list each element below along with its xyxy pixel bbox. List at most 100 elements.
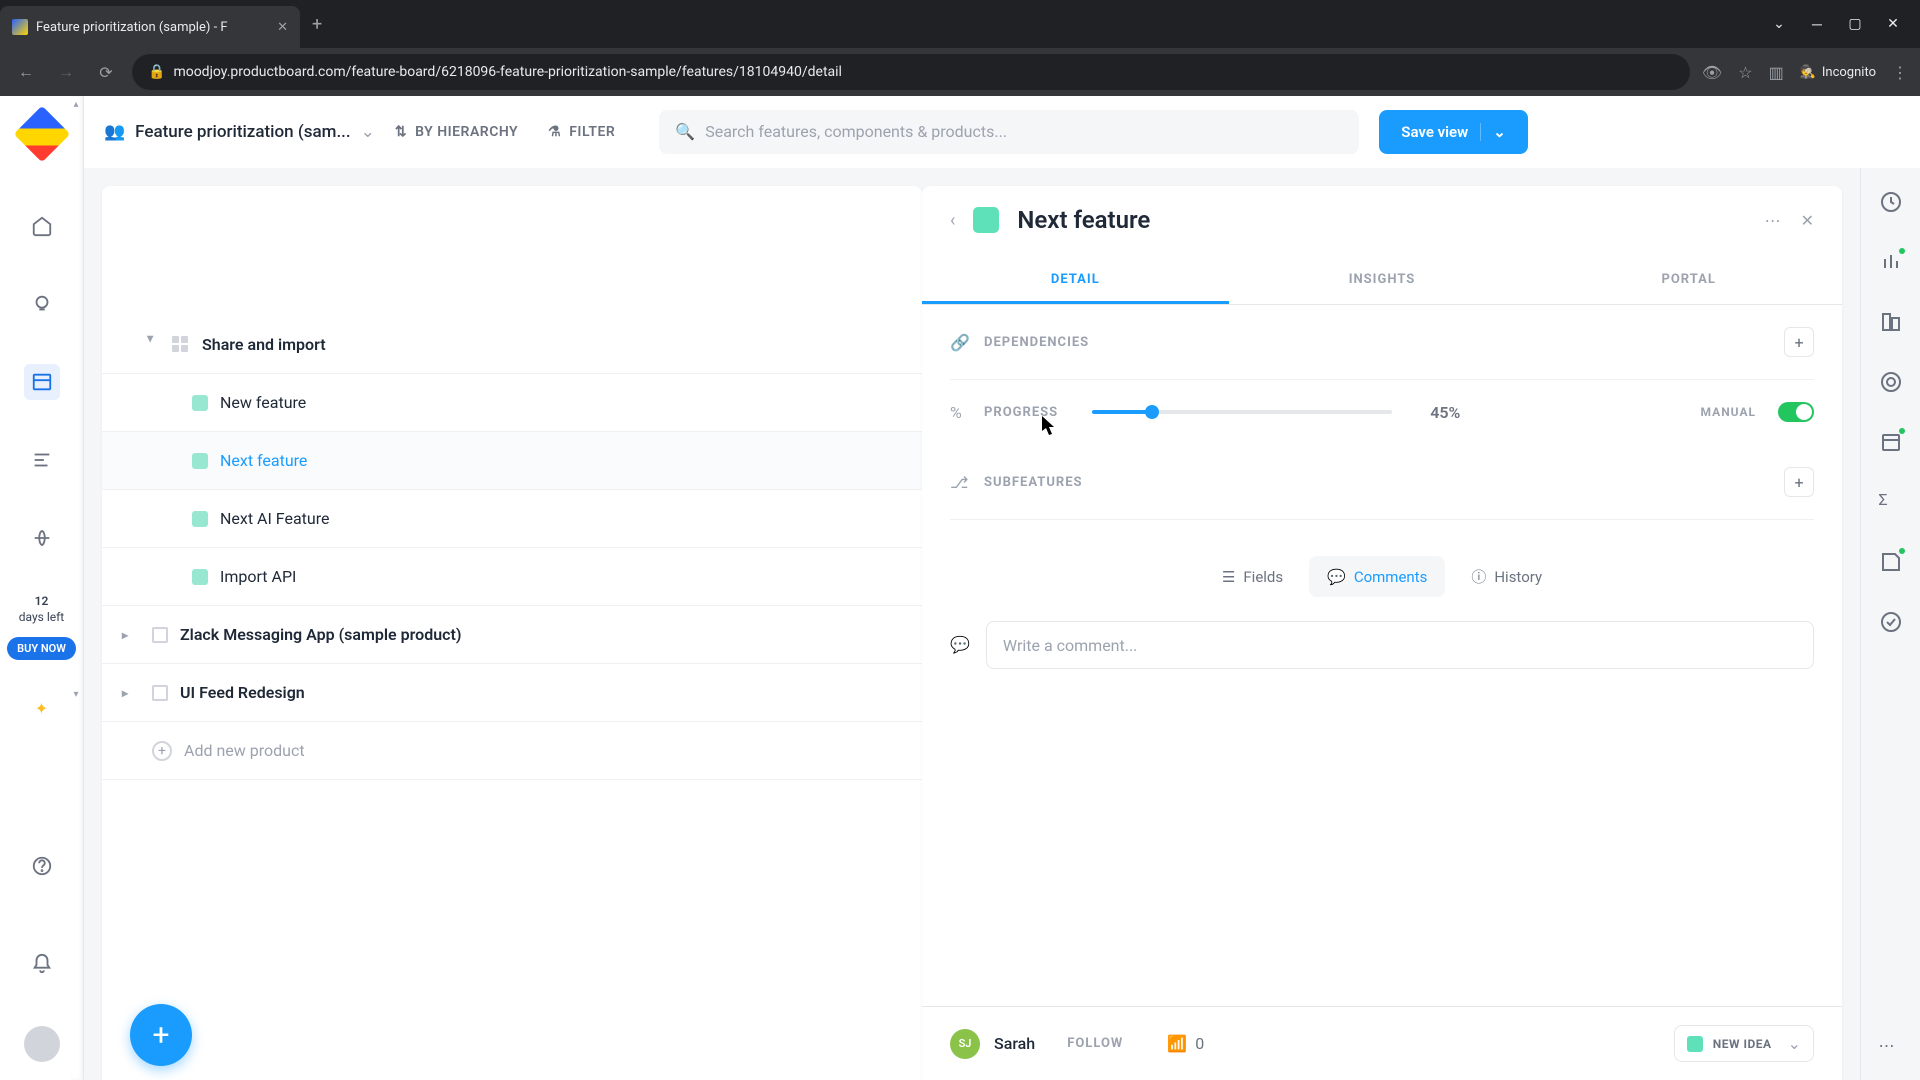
chevron-down-icon[interactable]: ⌄ [361, 122, 375, 142]
board-icon[interactable] [24, 364, 60, 400]
clock-icon[interactable] [1879, 190, 1903, 214]
add-dependency-button[interactable]: + [1784, 327, 1814, 357]
dependencies-section: 🔗 DEPENDENCIES + [950, 305, 1814, 380]
seg-history[interactable]: ⓘHistory [1453, 556, 1560, 597]
by-hierarchy-button[interactable]: ⇅ BY HIERARCHY [395, 124, 518, 140]
dropdown-icon[interactable]: ⌄ [1772, 17, 1786, 31]
save-view-button[interactable]: Save view ⌄ [1379, 110, 1527, 154]
bell-icon[interactable] [24, 946, 60, 982]
tab-detail[interactable]: DETAIL [922, 258, 1229, 304]
right-activity-rail: Σ ⋯ [1860, 168, 1920, 1080]
release-icon[interactable] [1879, 550, 1903, 574]
url-input[interactable]: 🔒 moodjoy.productboard.com/feature-board… [132, 54, 1690, 90]
portal-icon[interactable] [24, 520, 60, 556]
window-controls: ⌄ ─ ▢ ✕ [1772, 17, 1920, 31]
lightbulb-icon[interactable] [24, 286, 60, 322]
feature-icon [192, 569, 208, 585]
search-input[interactable]: 🔍 Search features, components & products… [659, 110, 1359, 154]
back-caret-icon[interactable]: ‹ [950, 210, 955, 231]
back-button[interactable]: ← [12, 58, 40, 86]
tree-item-new-feature[interactable]: New feature [102, 374, 922, 432]
seg-fields[interactable]: ☰Fields [1204, 556, 1301, 597]
ai-sparkle-icon[interactable]: ✦ [24, 690, 60, 726]
feature-icon [192, 395, 208, 411]
comment-composer: 💬 Write a comment... [950, 621, 1814, 669]
tree-item-next-feature[interactable]: Next feature [102, 432, 922, 490]
chevron-down-icon[interactable]: ⌄ [1480, 123, 1506, 141]
help-icon[interactable] [24, 848, 60, 884]
minimize-button[interactable]: ─ [1810, 17, 1824, 31]
scroll-down-arrow[interactable]: ▾ [71, 688, 81, 700]
percent-icon: % [950, 403, 970, 422]
filter-button[interactable]: ⚗ FILTER [548, 124, 615, 140]
manual-toggle[interactable] [1778, 402, 1814, 422]
slider-handle[interactable] [1145, 405, 1159, 419]
comment-input[interactable]: Write a comment... [986, 621, 1814, 669]
owner-name: Sarah [994, 1034, 1035, 1053]
add-subfeature-button[interactable]: + [1784, 467, 1814, 497]
company-icon[interactable] [1879, 310, 1903, 334]
status-selector[interactable]: NEW IDEA ⌄ [1674, 1025, 1814, 1062]
component-icon [172, 336, 190, 354]
new-tab-button[interactable]: + [312, 14, 322, 35]
filter-icon: ⚗ [548, 124, 561, 140]
more-icon[interactable]: ⋯ [1879, 1036, 1903, 1060]
plus-circle-icon: + [152, 741, 172, 761]
browser-tab[interactable]: Feature prioritization (sample) - F ✕ [0, 6, 300, 48]
tab-portal[interactable]: PORTAL [1535, 258, 1842, 304]
add-fab-button[interactable]: + [130, 1004, 192, 1066]
incognito-icon: 🕵 [1800, 65, 1816, 80]
scroll-up-arrow[interactable]: ▴ [71, 98, 81, 110]
feature-icon [192, 453, 208, 469]
panel-icon[interactable]: ▥ [1769, 63, 1784, 82]
more-icon[interactable]: ⋯ [1765, 211, 1781, 230]
tree-group-share-import[interactable]: ▸ Share and import [102, 316, 922, 374]
insights-count[interactable]: 📶 0 [1167, 1034, 1204, 1053]
info-icon: ⓘ [1471, 566, 1486, 587]
eye-off-icon[interactable]: 👁 [1702, 63, 1722, 82]
check-circle-icon[interactable] [1879, 610, 1903, 634]
slider-fill [1092, 410, 1152, 414]
people-icon: 👥 [104, 122, 125, 142]
kebab-menu-icon[interactable]: ⋮ [1892, 63, 1908, 82]
home-icon[interactable] [24, 208, 60, 244]
link-icon: 🔗 [950, 333, 970, 352]
target-icon[interactable] [1879, 370, 1903, 394]
caret-icon[interactable]: ▸ [122, 628, 140, 642]
tree-product-zlack[interactable]: ▸ Zlack Messaging App (sample product) [102, 606, 922, 664]
close-window-button[interactable]: ✕ [1886, 17, 1900, 31]
owner-avatar[interactable]: SJ [950, 1029, 980, 1059]
caret-icon[interactable]: ▸ [122, 686, 140, 700]
reload-button[interactable]: ⟳ [92, 58, 120, 86]
seg-comments[interactable]: 💬Comments [1309, 556, 1445, 597]
buy-now-button[interactable]: BUY NOW [7, 637, 76, 660]
follow-button[interactable]: FOLLOW [1067, 1036, 1123, 1051]
board-name-selector[interactable]: 👥 Feature prioritization (sam... ⌄ [104, 122, 375, 142]
tree-icon: ⎇ [950, 473, 970, 492]
tree-item-import-api[interactable]: Import API [102, 548, 922, 606]
lock-icon: 🔒 [148, 64, 165, 80]
user-avatar[interactable] [24, 1026, 60, 1062]
tree-item-next-ai[interactable]: Next AI Feature [102, 490, 922, 548]
add-product-row[interactable]: + Add new product [102, 722, 922, 780]
feature-detail-panel: ‹ Next feature ⋯ ✕ DETAIL INSIGHTS PORTA… [922, 186, 1842, 1080]
maximize-button[interactable]: ▢ [1848, 17, 1862, 31]
tab-insights[interactable]: INSIGHTS [1229, 258, 1536, 304]
sigma-icon[interactable]: Σ [1879, 490, 1903, 514]
close-icon[interactable]: ✕ [1801, 211, 1814, 230]
forward-button[interactable]: → [52, 58, 80, 86]
feature-title[interactable]: Next feature [1017, 206, 1150, 234]
tree-product-ui-feed[interactable]: ▸ UI Feed Redesign [102, 664, 922, 722]
progress-section: % PROGRESS 45% MANUAL [950, 380, 1814, 445]
progress-slider[interactable] [1092, 410, 1392, 414]
close-tab-icon[interactable]: ✕ [277, 20, 288, 35]
roadmap-icon[interactable] [24, 442, 60, 478]
health-icon[interactable] [1879, 250, 1903, 274]
left-nav-rail: ▴ ▾ 12 days left BUY NOW ✦ [0, 96, 84, 1080]
star-icon[interactable]: ☆ [1738, 63, 1752, 82]
calendar-icon[interactable] [1879, 430, 1903, 454]
detail-footer: SJ Sarah FOLLOW 📶 0 NEW IDEA ⌄ [922, 1006, 1842, 1080]
productboard-logo[interactable] [13, 106, 70, 163]
caret-icon[interactable]: ▸ [144, 336, 158, 354]
top-toolbar: 👥 Feature prioritization (sam... ⌄ ⇅ BY … [84, 96, 1920, 168]
